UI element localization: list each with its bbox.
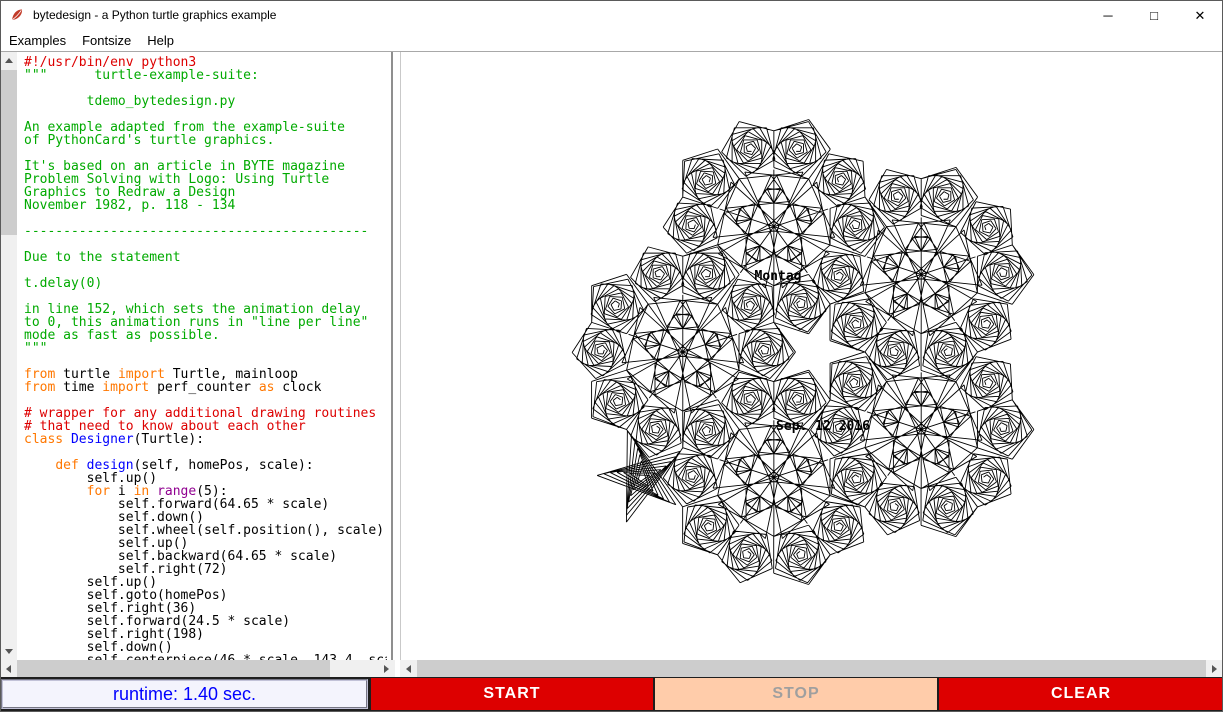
title-bar: bytedesign - a Python turtle graphics ex…	[0, 0, 1223, 30]
pane-sash[interactable]	[387, 52, 400, 660]
code-horizontal-scrollbar[interactable]	[0, 660, 395, 677]
scroll-up-icon	[5, 58, 13, 63]
code-line: """	[24, 342, 387, 355]
canvas-hscrollbar-thumb[interactable]	[417, 660, 1206, 677]
code-scroll-left-button[interactable]	[0, 660, 17, 677]
scroll-left-icon	[6, 665, 11, 673]
code-line: """ turtle-example-suite:	[24, 69, 387, 82]
code-line: November 1982, p. 118 - 134	[24, 199, 387, 212]
stop-button[interactable]: STOP	[655, 678, 937, 710]
canvas-scroll-left-button[interactable]	[400, 660, 417, 677]
turtle-canvas-area	[400, 52, 1223, 660]
window-controls: ─ □ ✕	[1085, 0, 1223, 30]
code-scroll-right-button[interactable]	[378, 660, 395, 677]
minimize-button[interactable]: ─	[1085, 0, 1131, 30]
scroll-down-icon	[5, 649, 13, 654]
app-icon	[9, 7, 25, 23]
code-line: t.delay(0)	[24, 277, 387, 290]
close-button[interactable]: ✕	[1177, 0, 1223, 30]
runtime-status-label: runtime: 1.40 sec.	[1, 679, 368, 709]
maximize-button[interactable]: □	[1131, 0, 1177, 30]
clear-button-label: CLEAR	[1051, 685, 1111, 703]
code-line: class Designer(Turtle):	[24, 433, 387, 446]
canvas-horizontal-scrollbar[interactable]	[400, 660, 1223, 677]
code-hscrollbar-thumb[interactable]	[17, 660, 330, 677]
code-line: of PythonCard's turtle graphics.	[24, 134, 387, 147]
minimize-icon: ─	[1103, 9, 1112, 22]
clear-button[interactable]: CLEAR	[939, 678, 1223, 710]
code-line: Due to the statement	[24, 251, 387, 264]
code-line: from time import perf_counter as clock	[24, 381, 387, 394]
menu-help[interactable]: Help	[139, 31, 182, 50]
canvas-scroll-right-button[interactable]	[1206, 660, 1223, 677]
scroll-left-icon	[406, 665, 411, 673]
turtledemo-window: bytedesign - a Python turtle graphics ex…	[0, 0, 1223, 712]
scroll-down-button[interactable]	[0, 643, 17, 660]
turtle-canvas	[401, 52, 1223, 660]
scroll-up-button[interactable]	[0, 52, 17, 69]
stop-button-label: STOP	[772, 685, 819, 703]
start-button-label: START	[483, 685, 540, 703]
scroll-right-icon	[1212, 665, 1217, 673]
code-line: mode as fast as possible.	[24, 329, 387, 342]
code-line: ----------------------------------------…	[24, 225, 387, 238]
code-line: tdemo_bytedesign.py	[24, 95, 387, 108]
menu-bar: Examples Fontsize Help	[0, 30, 1223, 52]
window-title: bytedesign - a Python turtle graphics ex…	[33, 8, 276, 22]
code-text[interactable]: #!/usr/bin/env python3""" turtle-example…	[17, 52, 387, 660]
maximize-icon: □	[1150, 9, 1158, 22]
code-vertical-scrollbar[interactable]	[0, 52, 17, 660]
menu-fontsize[interactable]: Fontsize	[74, 31, 139, 50]
code-vscrollbar-thumb[interactable]	[0, 70, 17, 235]
close-icon: ✕	[1195, 9, 1206, 22]
scroll-right-icon	[384, 665, 389, 673]
menu-examples[interactable]: Examples	[1, 31, 74, 50]
start-button[interactable]: START	[371, 678, 653, 710]
pane-sash-line	[391, 52, 393, 660]
